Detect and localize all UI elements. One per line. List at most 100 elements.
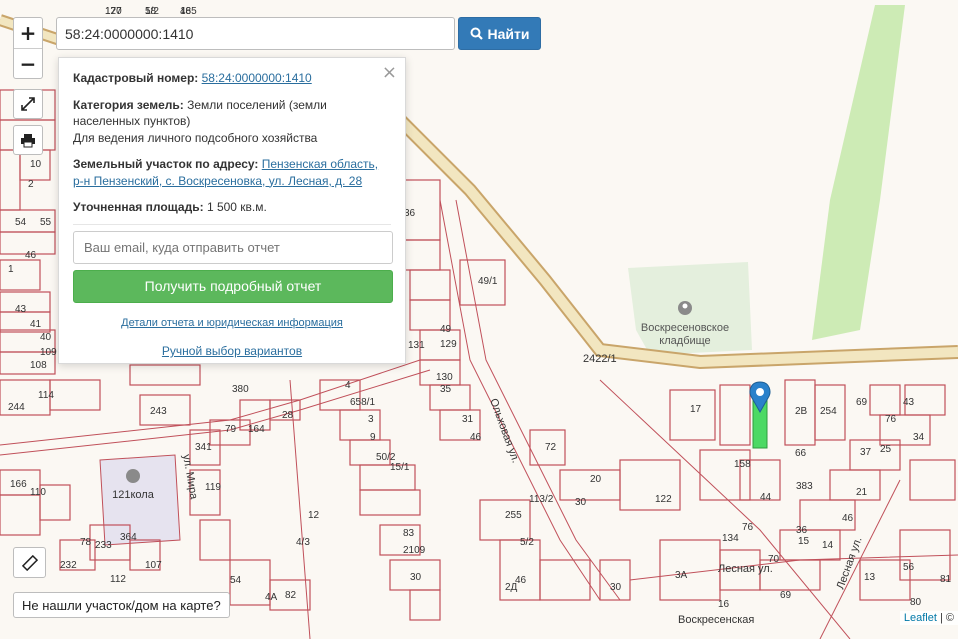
street-label-lesnaya: Лесная ул. [718, 563, 773, 575]
parcel-number-label: 76 [885, 414, 897, 425]
zoom-control: + − [13, 17, 43, 79]
parcel-number-label: 164 [248, 424, 265, 435]
category-label: Категория земель: [73, 97, 184, 112]
parcel-number-label: 107 [145, 560, 162, 571]
manual-selection-link[interactable]: Ручной выбор вариантов [162, 344, 302, 358]
parcel-number-label: 79 [225, 424, 237, 435]
close-icon[interactable]: × [382, 62, 397, 83]
parcel-number-label: 43 [15, 304, 27, 315]
parcel-number-label: 35 [440, 384, 452, 395]
cadastral-search-input[interactable] [56, 17, 455, 50]
parcel-number-label: 114 [38, 390, 54, 401]
parcel-number-label: 127 [105, 6, 122, 17]
parcel-number-label: 46 [25, 250, 37, 261]
parcel-number-label: 243 [150, 406, 167, 417]
parcel-number-label: 255 [505, 510, 522, 521]
parcel-number-label: 78 [80, 537, 92, 548]
leaflet-link[interactable]: Leaflet [904, 612, 937, 624]
expand-icon [21, 97, 35, 111]
find-button[interactable]: Найти [458, 17, 541, 50]
parcel-number-label: 46 [470, 432, 482, 443]
parcel-number-label: 30 [410, 572, 422, 583]
parcel-number-label: 2 [28, 179, 34, 190]
parcel-number-label: 165 [180, 6, 197, 17]
manual-link-wrap: Ручной выбор вариантов [73, 343, 391, 360]
cadastral-label: Кадастровый номер: [73, 71, 199, 85]
parcel-number-label: 129 [440, 339, 457, 350]
parcel-number-label: 46 [515, 575, 527, 586]
parcel-number-label: 10 [30, 159, 42, 170]
find-button-label: Найти [487, 25, 530, 42]
parcel-number-label: 2В [795, 406, 808, 417]
parcel-number-label: 4A [265, 592, 278, 603]
parcel-number-label: 122 [655, 494, 672, 505]
parcel-number-label: 76 [742, 522, 754, 533]
parcel-number-label: 15/1 [390, 462, 410, 473]
report-details-link[interactable]: Детали отчета и юридическая информация [121, 317, 343, 329]
parcel-number-label: 110 [30, 487, 46, 498]
school-icon [126, 469, 140, 483]
area-row: Уточненная площадь: 1 500 кв.м. [73, 199, 391, 216]
cadastral-row: Кадастровый номер: 58:24:0000000:1410 [73, 70, 391, 87]
zoom-in-button[interactable]: + [14, 18, 42, 49]
parcel-number-label: 383 [796, 481, 813, 492]
parcel-number-label: 49/1 [478, 276, 498, 287]
parcel-number-label: 112 [110, 574, 126, 585]
school-label: 121кола [112, 489, 155, 501]
zoom-out-button[interactable]: − [14, 49, 42, 79]
parcel-number-label: 30 [575, 497, 587, 508]
parcel-number-label: 69 [856, 397, 868, 408]
parcel-number-label: 108 [30, 360, 47, 371]
cadastral-number-link[interactable]: 58:24:0000000:1410 [202, 71, 312, 85]
get-report-button[interactable]: Получить подробный отчет [73, 269, 393, 303]
parcel-number-label: 69 [780, 590, 792, 601]
parcel-number-label: 49 [440, 324, 452, 335]
area-value: 1 500 кв.м. [206, 200, 267, 214]
parcel-number-label: 113/2 [529, 494, 554, 505]
print-button[interactable] [13, 125, 43, 155]
parcel-number-label: 37 [860, 447, 872, 458]
parcel-number-label: 36 [796, 525, 808, 536]
not-found-button[interactable]: Не нашли участок/дом на карте? [13, 592, 230, 618]
parcel-number-label: 66 [795, 448, 807, 459]
parcel-number-label: 25 [880, 444, 892, 455]
parcel-number-label: 41 [30, 319, 42, 330]
road-label: 2422/1 [583, 353, 617, 365]
attribution-separator: | [936, 612, 946, 624]
parcel-number-label: 83 [403, 528, 415, 539]
parcel-number-label: 364 [120, 532, 137, 543]
attribution-copyright: © [945, 612, 954, 624]
parcel-number-label: 54 [15, 217, 27, 228]
parcel-number-label: 81 [940, 574, 952, 585]
divider [73, 223, 391, 225]
parcel-number-label: 16 [718, 599, 730, 610]
parcel-number-label: 80 [910, 597, 922, 608]
parcel-number-label: 20 [590, 474, 602, 485]
email-field[interactable] [73, 230, 393, 264]
parcel-number-label: 14 [822, 540, 834, 551]
measure-button[interactable] [13, 547, 46, 578]
category-use: Для ведения личного подсобного хозяйства [73, 130, 318, 145]
parcel-info-popup: × Кадастровый номер: 58:24:0000000:1410 … [58, 57, 406, 364]
parcel-number-label: 46 [842, 513, 854, 524]
parcel-number-label: 13 [864, 572, 876, 583]
cemetery-icon [678, 301, 692, 315]
map-attribution: Leaflet | © [899, 611, 958, 625]
parcel-number-label: 44 [760, 492, 772, 503]
parcel-number-label: 4 [345, 380, 351, 391]
parcel-number-label: 2109 [403, 545, 426, 556]
parcel-number-label: 5/2 [520, 537, 534, 548]
fullscreen-button[interactable] [13, 89, 43, 119]
parcel-number-label: 43 [903, 397, 915, 408]
address-row: Земельный участок по адресу: Пензенская … [73, 156, 391, 189]
parcel-number-label: 244 [8, 402, 25, 413]
parcel-number-label: 15 [798, 536, 810, 547]
search-icon [470, 27, 483, 40]
parcel-number-label: 82 [285, 590, 297, 601]
parcel-number-label: 54 [230, 575, 242, 586]
parcel-number-label: 3 [368, 414, 374, 425]
parcel-number-label: 232 [60, 560, 77, 571]
area-label: Уточненная площадь: [73, 200, 204, 214]
parcel-number-label: 70 [768, 554, 780, 565]
parcel-number-label: 130 [436, 372, 453, 383]
